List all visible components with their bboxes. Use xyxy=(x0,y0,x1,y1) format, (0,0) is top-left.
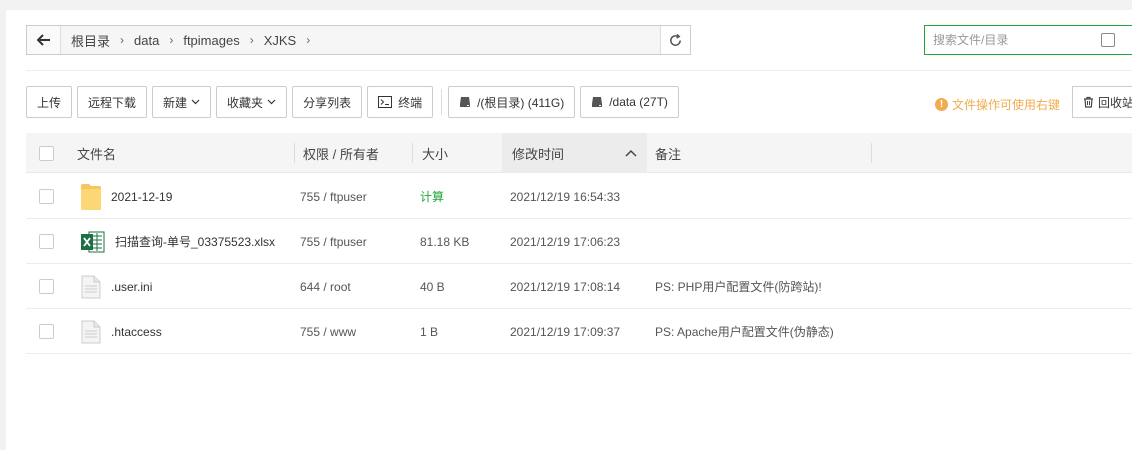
arrow-left-icon xyxy=(36,34,50,46)
header-divider xyxy=(26,70,1132,71)
disk-root-label: /(根目录) (411G) xyxy=(477,95,565,110)
file-perm[interactable]: 755 / www xyxy=(300,309,356,354)
hard-disk-icon xyxy=(459,96,471,108)
trash-icon xyxy=(1084,96,1093,108)
toolbar: 上传 远程下载 新建 收藏夹 分享列表 终端 /(根目录) (411G) /da… xyxy=(26,86,684,118)
crumb-ftpimages[interactable]: ftpimages xyxy=(183,33,239,48)
text-file-icon xyxy=(81,320,101,344)
file-name[interactable]: 2021-12-19 xyxy=(111,190,172,204)
upload-button[interactable]: 上传 xyxy=(26,86,73,118)
recycle-bin-button[interactable]: 回收站 xyxy=(1072,86,1132,118)
chevron-right-icon: › xyxy=(249,33,254,47)
col-name[interactable]: 文件名 xyxy=(77,133,116,173)
hard-disk-icon xyxy=(591,96,603,108)
chevron-down-icon xyxy=(191,99,200,105)
file-name[interactable]: .htaccess xyxy=(111,325,162,339)
file-manager-panel: 根目录 › data › ftpimages › XJKS › 上传 远程下载 … xyxy=(6,10,1132,450)
col-perm[interactable]: 权限 / 所有者 xyxy=(303,133,379,173)
excel-file-icon xyxy=(81,231,105,253)
share-list-button[interactable]: 分享列表 xyxy=(292,86,363,118)
refresh-button[interactable] xyxy=(660,26,690,54)
favorites-label: 收藏夹 xyxy=(227,95,264,110)
info-icon: ! xyxy=(935,98,948,111)
toolbar-divider xyxy=(441,89,443,115)
file-mtime: 2021/12/19 16:54:33 xyxy=(510,189,621,204)
chevron-right-icon: › xyxy=(169,33,174,47)
file-size-calc-link[interactable]: 计算 xyxy=(420,174,444,219)
file-mtime: 2021/12/19 17:06:23 xyxy=(510,234,621,249)
remote-download-label: 远程下载 xyxy=(88,95,137,110)
chevron-right-icon: › xyxy=(306,33,311,47)
table-row[interactable]: .user.ini 644 / root 40 B 2021/12/19 17:… xyxy=(26,264,1132,309)
row-checkbox[interactable] xyxy=(39,234,54,249)
chevron-down-icon xyxy=(267,99,276,105)
terminal-button[interactable]: 终端 xyxy=(367,86,434,118)
disk-data-label: /data (27T) xyxy=(609,95,668,109)
crumb-xjks[interactable]: XJKS xyxy=(264,33,297,48)
select-all-checkbox[interactable] xyxy=(39,145,54,161)
file-name[interactable]: 扫描查询-单号_03375523.xlsx xyxy=(115,233,275,250)
column-separator xyxy=(412,143,413,163)
file-perm[interactable]: 644 / root xyxy=(300,264,351,309)
breadcrumb: 根目录 › data › ftpimages › XJKS › xyxy=(61,26,660,54)
new-label: 新建 xyxy=(163,95,188,110)
path-bar: 根目录 › data › ftpimages › XJKS › xyxy=(26,25,691,55)
row-checkbox[interactable] xyxy=(39,189,54,204)
file-table-header: 文件名 权限 / 所有者 大小 修改时间 备注 xyxy=(26,133,1132,173)
file-size: 81.18 KB xyxy=(420,234,470,249)
disk-root-button[interactable]: /(根目录) (411G) xyxy=(448,86,576,118)
row-checkbox[interactable] xyxy=(39,324,54,339)
search-subdir-checkbox[interactable] xyxy=(1101,33,1115,47)
select-all-cell xyxy=(39,133,54,173)
upload-label: 上传 xyxy=(37,95,62,110)
recycle-bin-label: 回收站 xyxy=(1098,95,1132,110)
column-separator xyxy=(871,143,872,163)
row-checkbox[interactable] xyxy=(39,279,54,294)
crumb-data[interactable]: data xyxy=(134,33,159,48)
remote-download-button[interactable]: 远程下载 xyxy=(77,86,148,118)
chevron-right-icon: › xyxy=(120,33,125,47)
disk-data-button[interactable]: /data (27T) xyxy=(580,86,679,118)
table-row[interactable]: .htaccess 755 / www 1 B 2021/12/19 17:09… xyxy=(26,309,1132,354)
file-note[interactable]: PS: PHP用户配置文件(防跨站)! xyxy=(655,264,822,309)
sort-asc-icon xyxy=(625,149,637,157)
folder-icon xyxy=(81,183,101,211)
file-mtime: 2021/12/19 17:08:14 xyxy=(510,279,621,294)
file-perm[interactable]: 755 / ftpuser xyxy=(300,219,367,264)
terminal-label: 终端 xyxy=(398,95,423,110)
file-mtime: 2021/12/19 17:09:37 xyxy=(510,324,621,339)
search-box xyxy=(924,25,1132,55)
share-list-label: 分享列表 xyxy=(303,95,352,110)
file-perm[interactable]: 755 / ftpuser xyxy=(300,174,367,219)
crumb-root[interactable]: 根目录 xyxy=(71,31,110,50)
new-button[interactable]: 新建 xyxy=(152,86,212,118)
table-row[interactable]: 2021-12-19 755 / ftpuser 计算 2021/12/19 1… xyxy=(26,174,1132,219)
col-mtime-label: 修改时间 xyxy=(512,146,565,162)
file-name[interactable]: .user.ini xyxy=(111,280,152,294)
file-size: 40 B xyxy=(420,279,445,294)
col-size[interactable]: 大小 xyxy=(422,133,448,173)
file-size: 1 B xyxy=(420,324,439,339)
favorites-button[interactable]: 收藏夹 xyxy=(216,86,288,118)
context-menu-tip: ! 文件操作可使用右键 xyxy=(935,96,1060,113)
col-note[interactable]: 备注 xyxy=(655,133,681,173)
table-row[interactable]: 扫描查询-单号_03375523.xlsx 755 / ftpuser 81.1… xyxy=(26,219,1132,264)
terminal-icon xyxy=(378,96,393,108)
refresh-icon xyxy=(670,33,681,46)
col-mtime[interactable]: 修改时间 xyxy=(502,133,647,173)
back-button[interactable] xyxy=(27,26,61,54)
search-input[interactable] xyxy=(925,33,1095,47)
tip-text: 文件操作可使用右键 xyxy=(952,98,1061,112)
column-separator xyxy=(294,143,295,163)
text-file-icon xyxy=(81,275,101,299)
file-note[interactable]: PS: Apache用户配置文件(伪静态) xyxy=(655,309,834,354)
